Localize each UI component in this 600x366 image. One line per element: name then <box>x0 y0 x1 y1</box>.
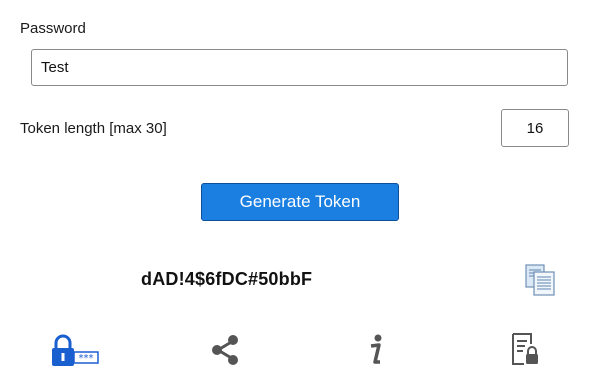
password-label: Password <box>20 20 86 37</box>
lock-password-icon[interactable]: *** <box>50 332 100 366</box>
token-length-label: Token length [max 30] <box>20 120 167 137</box>
bottom-toolbar: *** <box>0 322 600 366</box>
token-length-input[interactable] <box>501 109 569 147</box>
info-icon[interactable] <box>364 332 388 366</box>
password-input[interactable] <box>31 49 568 86</box>
svg-text:***: *** <box>79 353 94 364</box>
token-generator-screen: Password Token length [max 30] Generate … <box>0 0 600 366</box>
generated-token: dAD!4$6fDC#50bbF <box>141 269 313 289</box>
share-icon[interactable] <box>209 332 241 366</box>
secure-document-icon[interactable] <box>510 332 540 366</box>
copy-icon[interactable] <box>524 263 556 297</box>
generate-token-button[interactable]: Generate Token <box>201 183 399 221</box>
